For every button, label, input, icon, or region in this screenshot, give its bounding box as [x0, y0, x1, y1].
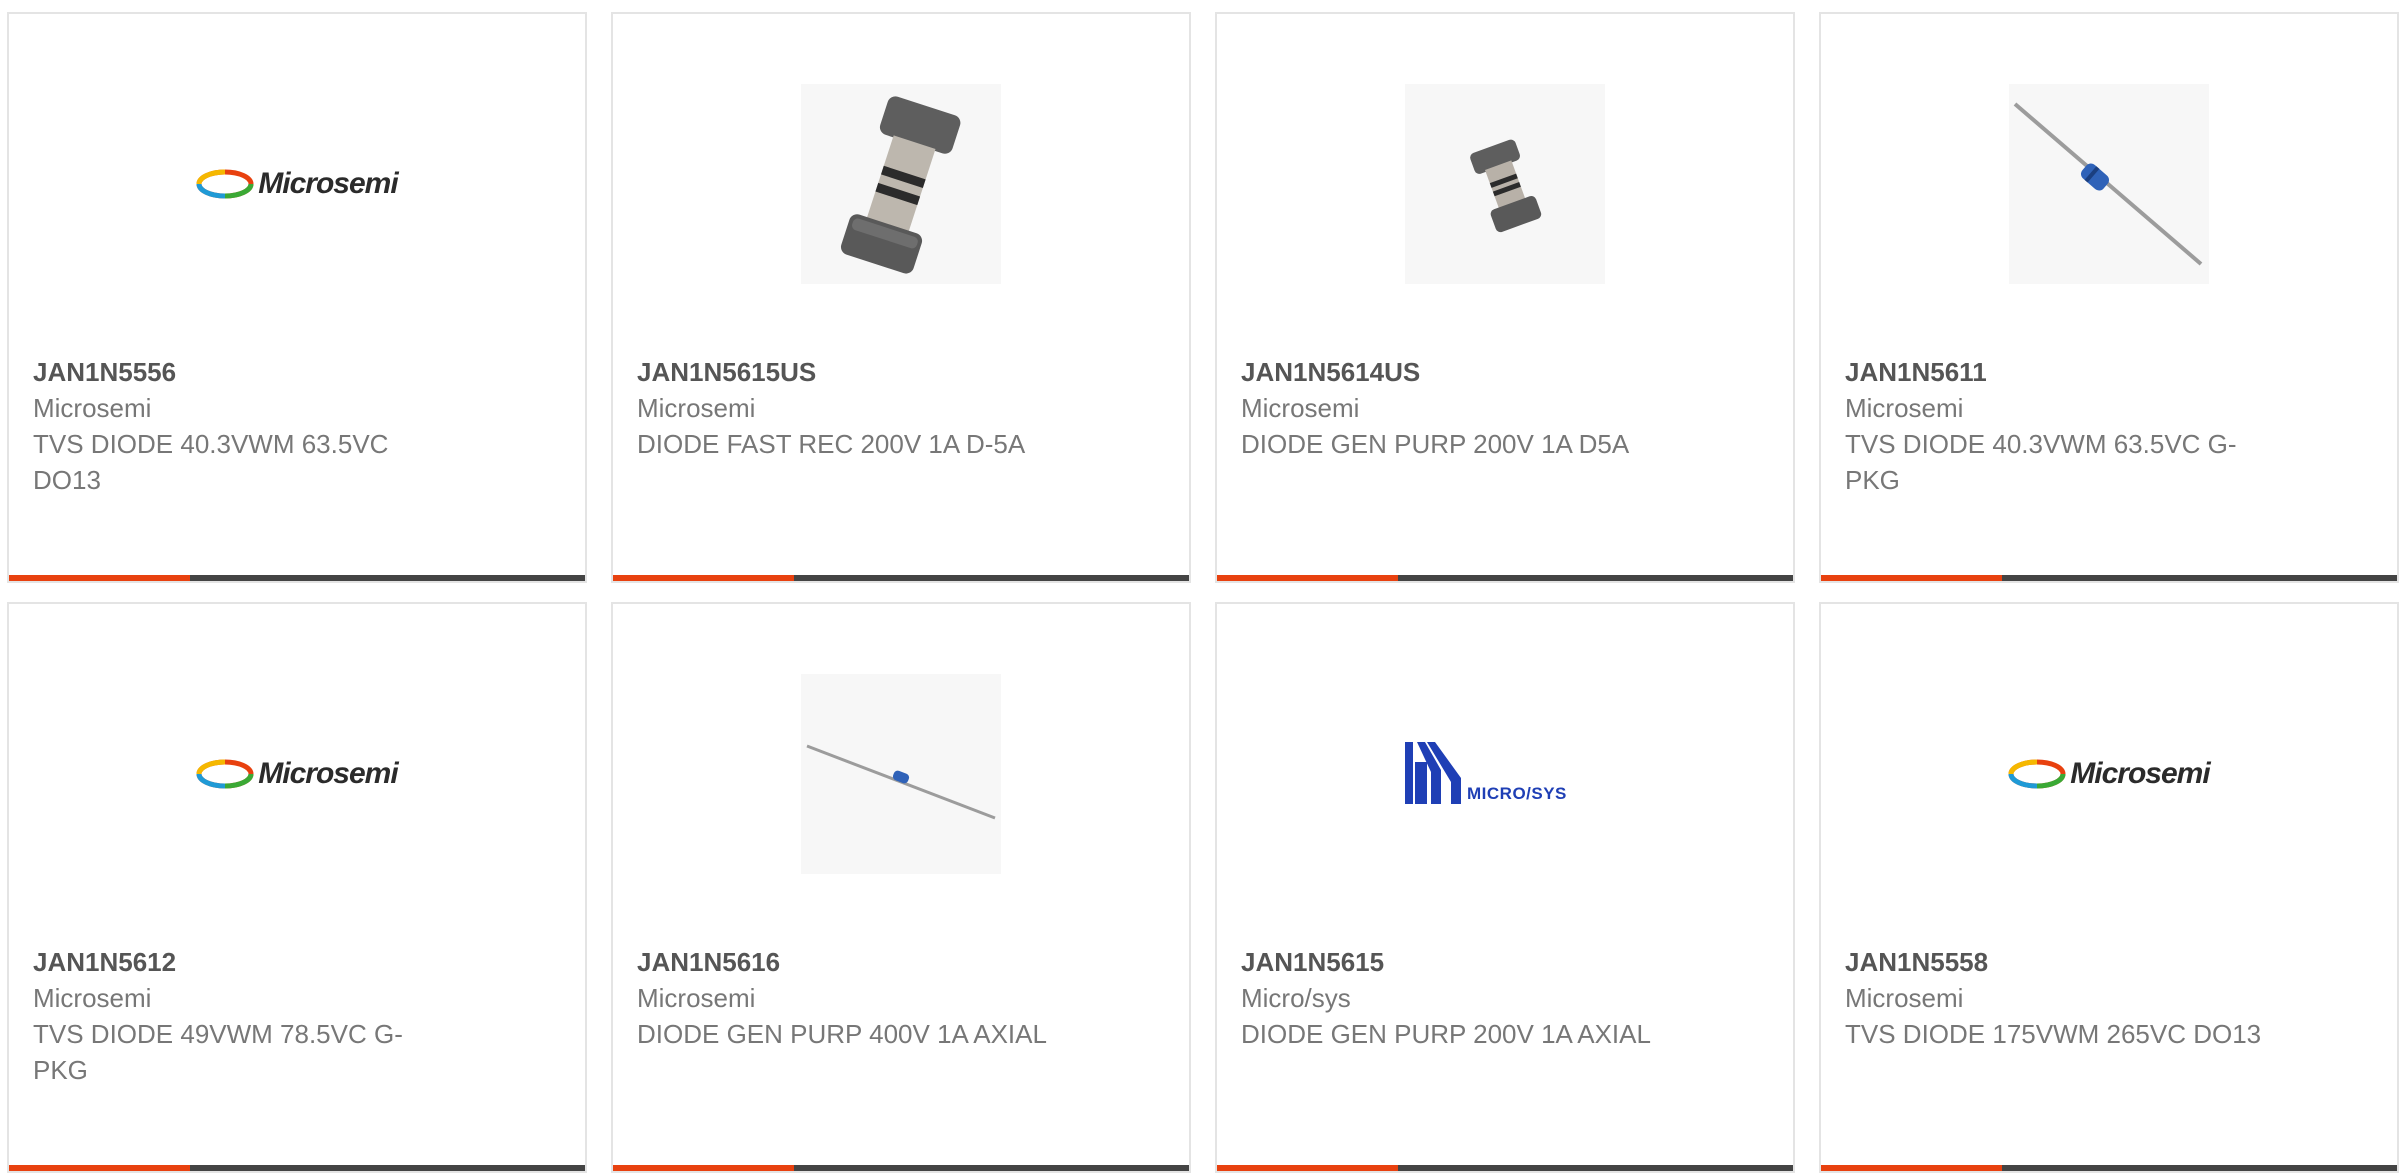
product-info: JAN1N5614US Microsemi DIODE GEN PURP 200…: [1241, 354, 1661, 462]
part-number[interactable]: JAN1N5616: [637, 944, 1057, 980]
part-number[interactable]: JAN1N5612: [33, 944, 453, 980]
part-number[interactable]: JAN1N5558: [1845, 944, 2265, 980]
description: TVS DIODE 40.3VWM 63.5VC G-PKG: [1845, 429, 2237, 495]
manufacturer: Microsemi: [637, 983, 756, 1013]
product-info: JAN1N5556 Microsemi TVS DIODE 40.3VWM 63…: [33, 354, 453, 498]
card-bottom-bar: [613, 1165, 1189, 1171]
product-card[interactable]: Microsemi JAN1N5556 Microsemi TVS DIODE …: [7, 12, 587, 583]
product-image: MICRO/SYS: [1217, 674, 1793, 874]
smd-diode-photo: [801, 84, 1001, 284]
card-accent: [613, 575, 794, 581]
product-image: [1217, 84, 1793, 284]
manufacturer: Microsemi: [1845, 393, 1964, 423]
manufacturer: Microsemi: [637, 393, 756, 423]
product-image: [613, 84, 1189, 284]
product-card[interactable]: JAN1N5611 Microsemi TVS DIODE 40.3VWM 63…: [1819, 12, 2399, 583]
description: TVS DIODE 175VWM 265VC DO13: [1845, 1019, 2262, 1049]
description: DIODE GEN PURP 400V 1A AXIAL: [637, 1019, 1047, 1049]
card-accent: [9, 575, 190, 581]
card-accent: [1217, 1165, 1398, 1171]
card-accent: [1821, 575, 2002, 581]
product-card[interactable]: Microsemi JAN1N5558 Microsemi TVS DIODE …: [1819, 602, 2399, 1173]
card-bottom-bar: [9, 1165, 585, 1171]
axial-diode-photo: [801, 674, 1001, 874]
manufacturer: Micro/sys: [1241, 983, 1351, 1013]
card-bottom-bar: [1217, 1165, 1793, 1171]
product-grid: Microsemi JAN1N5556 Microsemi TVS DIODE …: [7, 12, 2399, 1173]
manufacturer: Microsemi: [1241, 393, 1360, 423]
microsys-logo: MICRO/SYS: [1405, 742, 1605, 806]
description: TVS DIODE 40.3VWM 63.5VC DO13: [33, 429, 389, 495]
card-accent: [9, 1165, 190, 1171]
part-number[interactable]: JAN1N5611: [1845, 354, 2265, 390]
card-bottom-bar: [1217, 575, 1793, 581]
product-card[interactable]: JAN1N5616 Microsemi DIODE GEN PURP 400V …: [611, 602, 1191, 1173]
product-card[interactable]: JAN1N5615US Microsemi DIODE FAST REC 200…: [611, 12, 1191, 583]
description: DIODE GEN PURP 200V 1A D5A: [1241, 429, 1630, 459]
card-accent: [1217, 575, 1398, 581]
microsemi-logo: Microsemi: [196, 757, 399, 791]
card-bottom-bar: [1821, 575, 2397, 581]
card-bottom-bar: [613, 575, 1189, 581]
manufacturer: Microsemi: [1845, 983, 1964, 1013]
product-info: JAN1N5616 Microsemi DIODE GEN PURP 400V …: [637, 944, 1057, 1052]
axial-diode-photo: [2009, 84, 2209, 284]
description: DIODE GEN PURP 200V 1A AXIAL: [1241, 1019, 1651, 1049]
product-image: Microsemi: [9, 674, 585, 874]
card-bottom-bar: [1821, 1165, 2397, 1171]
manufacturer: Microsemi: [33, 983, 152, 1013]
product-image: Microsemi: [9, 84, 585, 284]
description: DIODE FAST REC 200V 1A D-5A: [637, 429, 1026, 459]
product-info: JAN1N5611 Microsemi TVS DIODE 40.3VWM 63…: [1845, 354, 2265, 498]
manufacturer: Microsemi: [33, 393, 152, 423]
product-info: JAN1N5615 Micro/sys DIODE GEN PURP 200V …: [1241, 944, 1661, 1052]
description: TVS DIODE 49VWM 78.5VC G-PKG: [33, 1019, 403, 1085]
product-card[interactable]: Microsemi JAN1N5612 Microsemi TVS DIODE …: [7, 602, 587, 1173]
part-number[interactable]: JAN1N5614US: [1241, 354, 1661, 390]
part-number[interactable]: JAN1N5556: [33, 354, 453, 390]
card-bottom-bar: [9, 575, 585, 581]
microsemi-logo: Microsemi: [2008, 757, 2211, 791]
product-image: [613, 674, 1189, 874]
product-card[interactable]: MICRO/SYS JAN1N5615 Micro/sys DIODE GEN …: [1215, 602, 1795, 1173]
product-info: JAN1N5558 Microsemi TVS DIODE 175VWM 265…: [1845, 944, 2265, 1052]
card-accent: [613, 1165, 794, 1171]
card-accent: [1821, 1165, 2002, 1171]
part-number[interactable]: JAN1N5615US: [637, 354, 1057, 390]
part-number[interactable]: JAN1N5615: [1241, 944, 1661, 980]
product-info: JAN1N5612 Microsemi TVS DIODE 49VWM 78.5…: [33, 944, 453, 1088]
smd-diode-photo: [1405, 84, 1605, 284]
product-info: JAN1N5615US Microsemi DIODE FAST REC 200…: [637, 354, 1057, 462]
product-image: Microsemi: [1821, 674, 2397, 874]
product-image: [1821, 84, 2397, 284]
product-card[interactable]: JAN1N5614US Microsemi DIODE GEN PURP 200…: [1215, 12, 1795, 583]
microsemi-logo: Microsemi: [196, 167, 399, 201]
